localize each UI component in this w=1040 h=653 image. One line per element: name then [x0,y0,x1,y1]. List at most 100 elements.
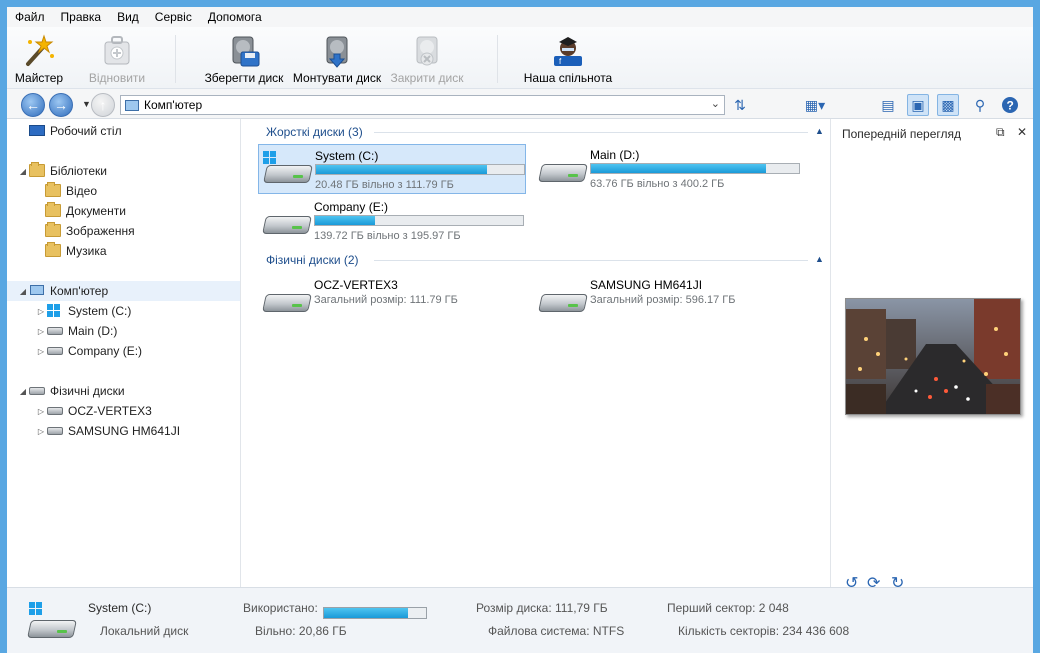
physical-disks-header[interactable]: Фізичні диски (2) [266,253,359,267]
tree-item-music[interactable]: Музика [45,241,107,261]
menu-edit[interactable]: Правка [53,7,110,27]
disk-view-icon[interactable]: ▤ [877,94,899,116]
tree-item-libraries[interactable]: ◢ Бібліотеки [17,161,107,181]
expand-arrow-icon[interactable]: ▷ [35,307,47,316]
up-button[interactable]: ↑ [91,93,115,117]
hard-drive-icon [538,286,588,316]
expand-arrow-icon[interactable]: ▷ [35,427,47,436]
window-frame: Файл Правка Вид Сервіс Допомога Майстер [0,0,1040,653]
tree-item-company[interactable]: ▷ Company (E:) [35,341,142,361]
folder-icon [45,182,61,198]
tree-item-physical-disks[interactable]: ◢ Фізичні диски [17,381,125,401]
tree-label: Фізичні диски [50,384,125,398]
save-icon[interactable]: ▩ [937,94,959,116]
expand-arrow-icon[interactable]: ▷ [35,327,47,336]
tree-item-desktop[interactable]: Робочий стіл [17,121,122,141]
group-collapse-icon[interactable]: ▲ [815,126,824,136]
physical-disk-samsung[interactable]: SAMSUNG HM641JI Загальний розмір: 596.17… [534,274,802,324]
toolbar-divider [175,35,176,83]
folder-icon [45,242,61,258]
help-icon[interactable]: ? [999,94,1021,116]
wizard-button[interactable]: Майстер [13,29,65,87]
save-disk-icon [227,34,261,68]
search-icon[interactable]: ⚲ [969,94,991,116]
restore-button[interactable]: Відновити [85,29,149,87]
tree-item-main[interactable]: ▷ Main (D:) [35,321,117,341]
tree-label: Зображення [66,224,135,238]
status-usage-bar [323,607,427,619]
hard-disks-header[interactable]: Жорсткі диски (3) [266,125,363,139]
tree-item-system[interactable]: ▷ System (C:) [35,301,131,321]
expand-arrow-icon[interactable]: ▷ [35,347,47,356]
status-file-system: Файлова система: NTFS [488,624,625,638]
menu-bar: Файл Правка Вид Сервіс Допомога [7,7,1033,27]
collapse-arrow-icon[interactable]: ◢ [17,167,29,176]
disk-name: OCZ-VERTEX3 [314,278,398,292]
drive-icon [29,384,45,398]
tree-label: Main (D:) [68,324,118,338]
refresh-icon[interactable]: ⇅ [729,94,751,116]
status-drive-name: System (C:) [88,601,152,615]
menu-view[interactable]: Вид [109,7,147,27]
mount-disk-button[interactable]: Монтувати диск [291,29,383,87]
physical-disk-ocz[interactable]: OCZ-VERTEX3 Загальний розмір: 111.79 ГБ [258,274,526,324]
hard-drive-icon [25,602,77,642]
tree-item-samsung[interactable]: ▷ SAMSUNG HM641JI [35,421,180,441]
drive-icon [47,424,63,438]
toolbar-divider [497,35,498,83]
tree-item-images[interactable]: Зображення [45,221,135,241]
disk-size: Загальний розмір: 111.79 ГБ [314,294,458,306]
tree-item-documents[interactable]: Документи [45,201,126,221]
undock-icon[interactable]: ⧉ [996,125,1005,140]
mount-disk-icon [320,34,354,68]
preview-title: Попередній перегляд [842,127,962,141]
status-sector-count: Кількість секторів: 234 436 608 [678,624,850,638]
usage-bar [315,164,525,175]
forward-button[interactable]: → [49,93,73,117]
preview-panel: Попередній перегляд ⧉ ✕ ↺ ⟳ ↻ [830,119,1033,592]
computer-icon [125,99,139,111]
drive-name: System (C:) [315,149,379,163]
collapse-arrow-icon[interactable]: ◢ [17,387,29,396]
drive-main[interactable]: Main (D:) 63.76 ГБ вільно з 400.2 ГБ [534,144,802,194]
menu-service[interactable]: Сервіс [147,7,200,27]
menu-file[interactable]: Файл [7,7,53,27]
group-divider [374,132,808,133]
group-collapse-icon[interactable]: ▲ [815,254,824,264]
restore-icon [100,34,134,68]
save-disk-button[interactable]: Зберегти диск [201,29,287,87]
history-dropdown-icon[interactable]: ▼ [82,99,91,109]
magic-wand-icon [22,34,56,68]
menu-help[interactable]: Допомога [200,7,270,27]
tree-label: Робочий стіл [50,124,122,138]
community-button[interactable]: f Наша спільнота [521,29,615,87]
drive-icon [47,324,63,338]
view-mode-icon[interactable]: ▦▾ [801,94,829,116]
collapse-arrow-icon[interactable]: ◢ [17,287,29,296]
tree-item-video[interactable]: Відео [45,181,97,201]
group-divider [374,260,808,261]
address-bar[interactable]: Комп'ютер ⌄ [120,95,725,115]
desktop-icon [29,124,45,138]
drive-free-space: 139.72 ГБ вільно з 195.97 ГБ [314,230,461,242]
address-text: Комп'ютер [144,98,203,112]
back-button[interactable]: ← [21,93,45,117]
drive-system[interactable]: System (C:) 20.48 ГБ вільно з 111.79 ГБ [258,144,526,194]
drive-company[interactable]: Company (E:) 139.72 ГБ вільно з 195.97 Г… [258,196,526,246]
expand-arrow-icon[interactable]: ▷ [35,407,47,416]
address-dropdown-icon[interactable]: ⌄ [711,97,720,110]
close-icon[interactable]: ✕ [1017,125,1027,139]
tree-label: OCZ-VERTEX3 [68,404,152,418]
preview-pane-icon[interactable]: ▣ [907,94,929,116]
navigation-tree: Робочий стіл ◢ Бібліотеки Відео Документ… [7,119,241,587]
community-label: Наша спільнота [523,71,613,85]
tree-item-computer[interactable]: ◢ Комп'ютер [7,281,240,301]
preview-image [845,298,1021,415]
tree-item-ocz[interactable]: ▷ OCZ-VERTEX3 [35,401,152,421]
close-disk-button[interactable]: Закрити диск [389,29,465,87]
tree-label: Комп'ютер [50,284,109,298]
usage-bar [314,215,524,226]
disk-size: Загальний розмір: 596.17 ГБ [590,294,736,306]
address-row: ← → ▼ ↑ Комп'ютер ⌄ ⇅ ▦▾ ▤ ▣ ▩ ⚲ ? [7,89,1033,119]
status-first-sector: Перший сектор: 2 048 [667,601,789,615]
